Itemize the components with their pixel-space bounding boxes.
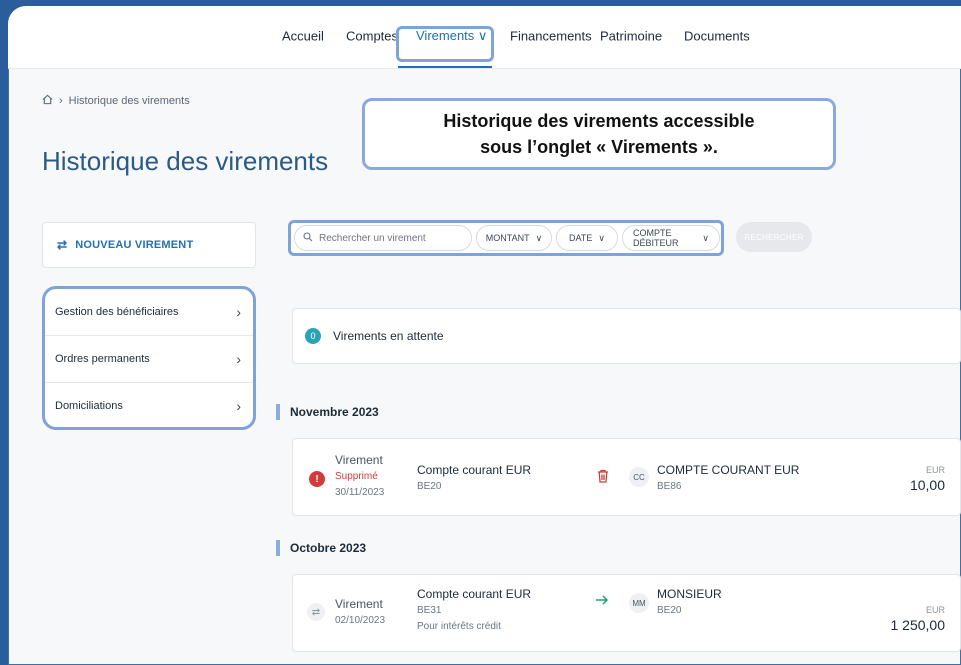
tx-type: Virement [335, 453, 383, 467]
annotation-callout: Historique des virements accessible sous… [362, 98, 836, 170]
tx-currency: EUR [925, 465, 945, 475]
tx-from-account: Compte courant EUR [417, 463, 532, 477]
nav-active-underline [398, 66, 492, 68]
chevron-right-icon: › [236, 351, 241, 367]
search-button[interactable]: RECHERCHER [736, 222, 812, 252]
pending-transfers[interactable]: 0 Virements en attente [292, 308, 961, 364]
month-marker [276, 540, 280, 556]
transfer-icon: ⇄ [307, 603, 325, 621]
tx-memo: Pour intérêts crédit [417, 621, 501, 632]
month-marker [276, 404, 280, 420]
trash-icon[interactable] [597, 469, 609, 488]
tx-to-iban: BE20 [657, 605, 682, 616]
tx-amount: 1 250,00 [890, 617, 946, 633]
nav-comptes[interactable]: Comptes [346, 29, 398, 44]
month-header-november: Novembre 2023 [276, 404, 379, 420]
pending-label: Virements en attente [333, 329, 444, 343]
tx-to-iban: BE86 [657, 481, 682, 492]
nav-accueil[interactable]: Accueil [282, 29, 324, 44]
app-frame: Accueil Comptes Virements ∨ Financements… [8, 6, 961, 665]
home-icon[interactable] [42, 94, 53, 108]
tx-date: 02/10/2023 [335, 615, 386, 626]
filter-date[interactable]: DATE ∨ [556, 225, 618, 251]
month-header-october: Octobre 2023 [276, 540, 366, 556]
tx-currency: EUR [925, 605, 945, 615]
sidebar-item-beneficiaires[interactable]: Gestion des bénéficiaires › [45, 289, 253, 336]
breadcrumb-current: Historique des virements [68, 95, 190, 107]
sidebar-item-domiciliations[interactable]: Domiciliations › [45, 383, 253, 429]
filter-compte-debiteur[interactable]: COMPTE DÉBITEUR ∨ [622, 225, 720, 251]
nav-documents[interactable]: Documents [684, 29, 750, 44]
recipient-avatar: CC [629, 467, 649, 487]
pending-count-badge: 0 [305, 328, 321, 344]
month-label: Novembre 2023 [290, 405, 379, 419]
chevron-down-icon: ∨ [702, 232, 709, 243]
arrow-right-icon [595, 593, 609, 611]
tx-status: Supprimé [335, 471, 378, 482]
tx-to-account: MONSIEUR [657, 587, 722, 601]
page-title: Historique des virements [42, 146, 329, 176]
sidebar-item-label: Gestion des bénéficiaires [55, 306, 179, 318]
recipient-avatar: MM [629, 593, 649, 613]
chevron-down-icon: ∨ [535, 232, 543, 243]
callout-line-2: sous l’onglet « Virements ». [480, 137, 718, 157]
sidebar-item-label: Domiciliations [55, 400, 123, 412]
tx-date: 30/11/2023 [335, 487, 385, 498]
tx-from-account: Compte courant EUR [417, 587, 532, 601]
sidebar-item-ordres-permanents[interactable]: Ordres permanents › [45, 336, 253, 383]
nav-patrimoine[interactable]: Patrimoine [600, 29, 662, 44]
nav-highlight-box [396, 26, 494, 62]
tx-type: Virement [335, 597, 383, 611]
month-label: Octobre 2023 [290, 541, 367, 555]
transaction-row[interactable]: ⇄ Virement 02/10/2023 Compte courant EUR… [292, 574, 961, 652]
breadcrumb-separator: › [59, 95, 63, 107]
chevron-right-icon: › [236, 304, 241, 320]
top-navigation: Accueil Comptes Virements ∨ Financements… [8, 6, 961, 69]
chevron-right-icon: › [236, 398, 241, 414]
sidebar-item-label: Ordres permanents [55, 353, 150, 365]
breadcrumb: › Historique des virements [42, 94, 190, 108]
callout-line-1: Historique des virements accessible [443, 111, 755, 131]
filter-montant-label: MONTANT [485, 233, 530, 243]
sidebar-menu: Gestion des bénéficiaires › Ordres perma… [42, 286, 256, 430]
filter-bar: Rechercher un virement MONTANT ∨ DATE ∨ … [288, 220, 724, 256]
filter-date-label: DATE [569, 233, 593, 243]
transfer-arrows-icon: ⇄ [57, 238, 68, 252]
filter-compte-label: COMPTE DÉBITEUR [633, 228, 679, 248]
filter-montant[interactable]: MONTANT ∨ [476, 225, 552, 251]
search-icon [303, 231, 313, 245]
new-transfer-button[interactable]: ⇄ NOUVEAU VIREMENT [42, 222, 256, 268]
tx-amount: 10,00 [909, 477, 945, 493]
tx-from-iban: BE20 [417, 481, 442, 492]
nav-financements[interactable]: Financements [510, 29, 592, 44]
search-input[interactable]: Rechercher un virement [294, 225, 472, 251]
search-placeholder: Rechercher un virement [319, 232, 426, 244]
tx-to-account: COMPTE COURANT EUR [657, 463, 800, 477]
chevron-down-icon: ∨ [598, 232, 605, 243]
error-icon: ! [309, 471, 325, 487]
new-transfer-label: NOUVEAU VIREMENT [75, 239, 194, 251]
transaction-row[interactable]: ! Virement Supprimé 30/11/2023 Compte co… [292, 438, 961, 516]
tx-from-iban: BE31 [417, 605, 442, 616]
